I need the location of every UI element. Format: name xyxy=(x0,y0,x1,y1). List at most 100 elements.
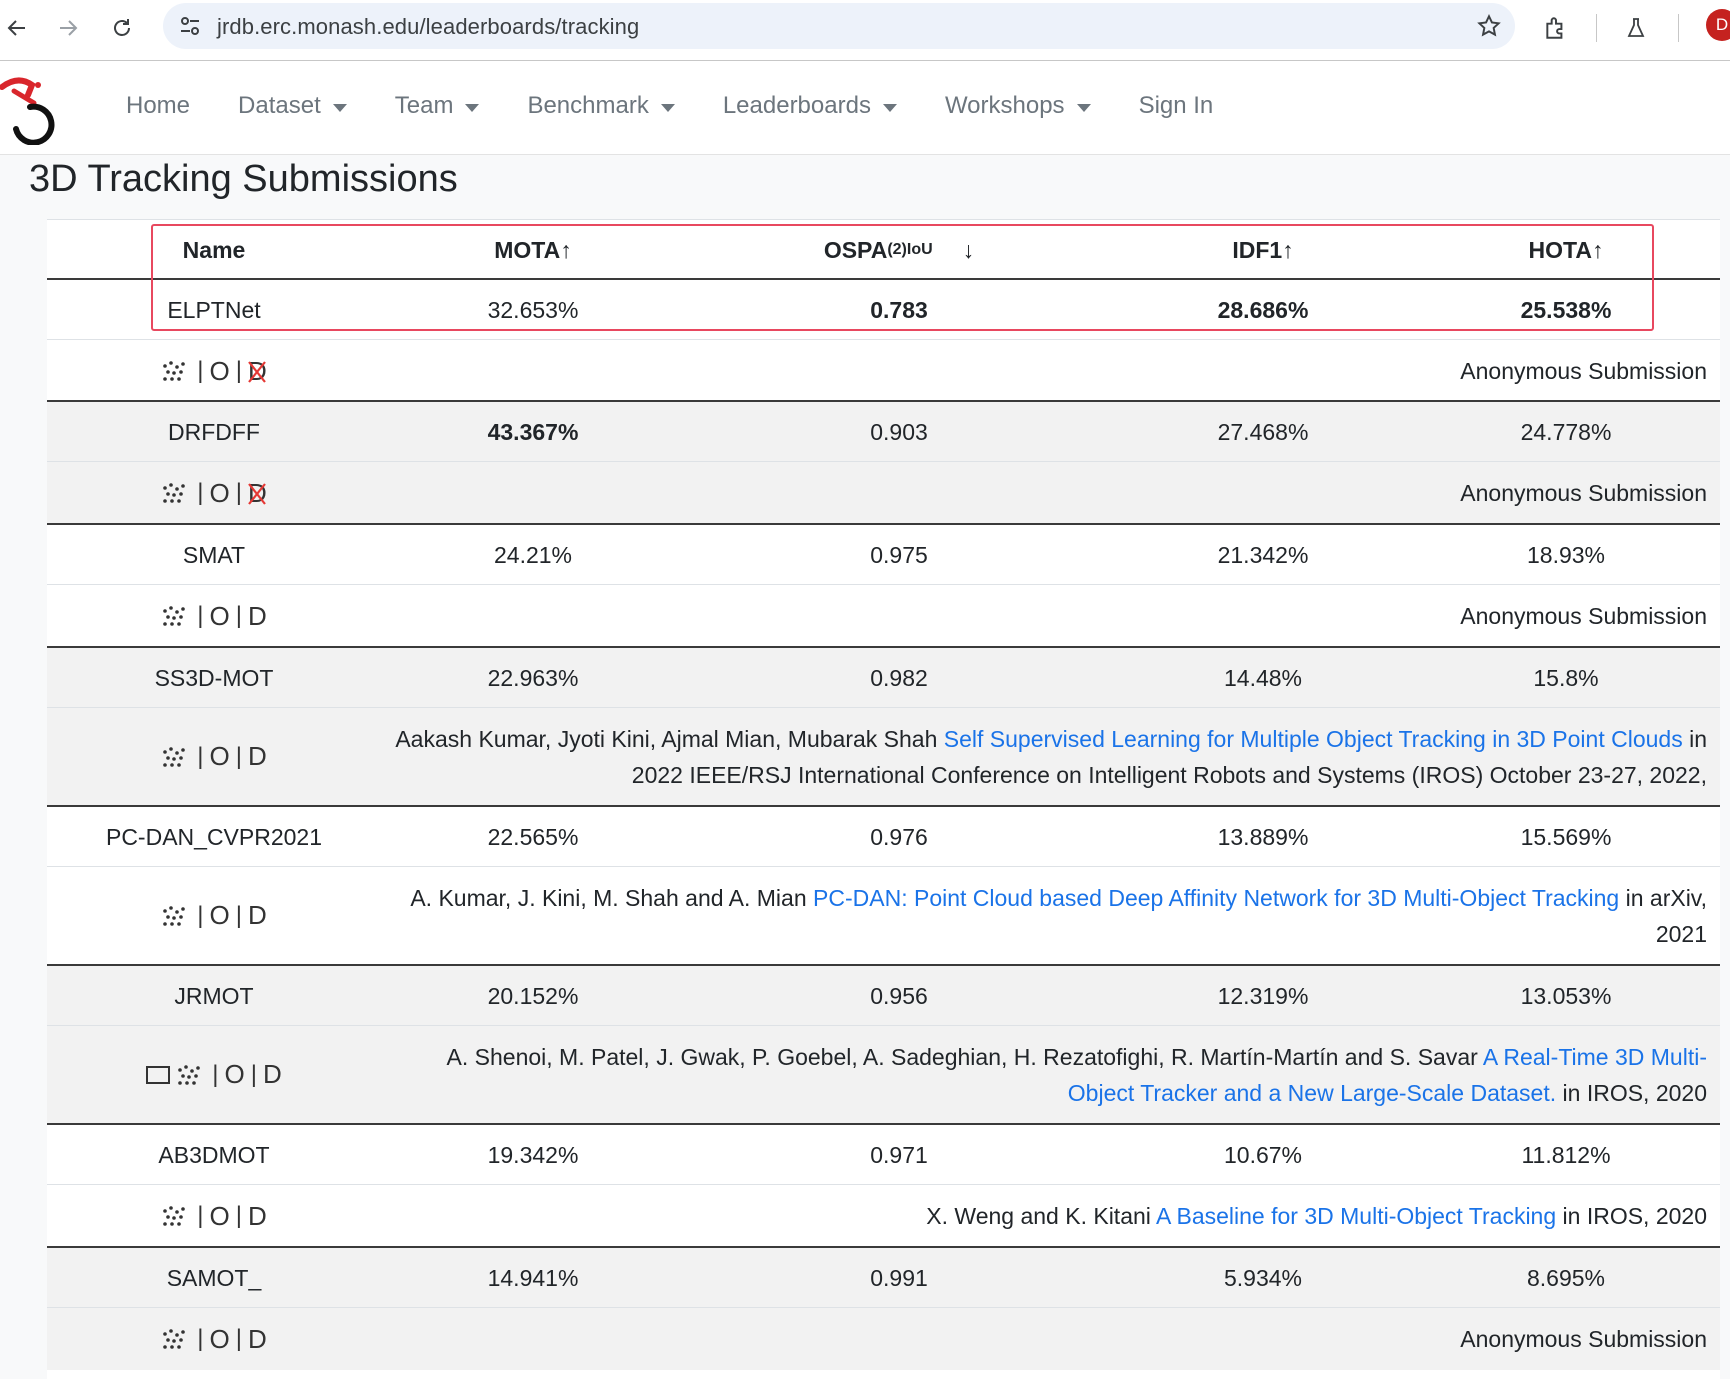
header-mota[interactable]: MOTA↑ xyxy=(381,220,685,280)
ref-authors: A. Kumar, J. Kini, M. Shah and A. Mian xyxy=(410,884,807,911)
depth-icon: D xyxy=(262,1059,282,1089)
reference-cell: Aakash Kumar, Jyoti Kini, Ajmal Mian, Mu… xyxy=(381,708,1707,805)
separator: | xyxy=(197,742,204,770)
nav-leaderboards-dropdown[interactable]: Leaderboards xyxy=(723,92,897,120)
cell-mota: 22.565% xyxy=(487,823,579,850)
cell-mota: 24.21% xyxy=(493,541,572,568)
table-row: SAMOT_ 14.941% 0.991 5.934% 8.695% xyxy=(47,1246,1720,1308)
cell-idf1: 14.48% xyxy=(1223,664,1302,691)
modality-icons: |O|D xyxy=(47,585,381,647)
odometry-icon: O xyxy=(209,1200,230,1231)
nav-dataset-dropdown[interactable]: Dataset xyxy=(238,92,347,120)
cell-idf1: 10.67% xyxy=(1223,1141,1302,1168)
separator: | xyxy=(197,479,204,506)
site-logo[interactable] xyxy=(0,73,64,146)
caret-down-icon xyxy=(465,103,480,112)
back-arrow-icon[interactable] xyxy=(0,8,37,48)
header-name[interactable]: Name xyxy=(47,220,381,280)
ref-venue: in arXiv, 2021 xyxy=(1625,884,1707,947)
forward-arrow-icon[interactable] xyxy=(48,8,88,48)
ref-venue: in IROS, 2020 xyxy=(1562,1079,1707,1106)
separator: | xyxy=(235,1202,242,1229)
anonymous-submission: Anonymous Submission xyxy=(1460,1326,1707,1352)
lidar-points-icon xyxy=(163,1206,186,1226)
cell-ospa: 0.982 xyxy=(870,664,928,691)
profile-avatar[interactable]: D xyxy=(1706,9,1730,41)
table-row: SMAT 24.21% 0.975 21.342% 18.93% xyxy=(47,523,1720,585)
cell-ospa: 0.971 xyxy=(870,1141,928,1168)
labs-flask-icon[interactable] xyxy=(1616,8,1656,48)
lidar-points-icon xyxy=(163,483,186,503)
nav-sign-in[interactable]: Sign In xyxy=(1139,92,1214,120)
nav-sign-in-label: Sign In xyxy=(1138,92,1214,119)
nav-workshops-dropdown[interactable]: Workshops xyxy=(945,92,1091,120)
table-header-row: Name MOTA↑ OSPA (2) IoU ↓ IDF1↑ HOTA↑ xyxy=(47,219,1720,280)
depth-icon: D xyxy=(247,1323,267,1354)
paper-link[interactable]: PC-DAN: Point Cloud based Deep Affinity … xyxy=(813,885,1619,911)
nav-home[interactable]: Home xyxy=(126,92,190,120)
reference-cell: Anonymous Submission xyxy=(381,1308,1707,1370)
main-menu: Home Dataset Team Benchmark Leaderboards… xyxy=(126,92,1261,120)
anonymous-submission: Anonymous Submission xyxy=(1460,603,1707,629)
table-row: PC-DAN_CVPR2021 22.565% 0.976 13.889% 15.569… xyxy=(47,805,1720,867)
table-row: DRFDFF 43.367% 0.903 27.468% 24.778% xyxy=(47,400,1720,462)
lidar-points-icon xyxy=(178,1064,201,1085)
header-ospa[interactable]: OSPA (2) IoU ↓ xyxy=(685,220,1113,280)
cell-ospa: 0.783 xyxy=(870,296,928,323)
depth-icon: D xyxy=(247,741,267,771)
reload-icon[interactable] xyxy=(102,8,142,48)
header-ospa-label: OSPA xyxy=(823,236,888,263)
cell-hota: 11.812% xyxy=(1521,1141,1611,1168)
cell-hota: 8.695% xyxy=(1526,1264,1605,1291)
reference-cell: X. Weng and K. Kitani A Baseline for 3D … xyxy=(381,1185,1707,1247)
cell-mota: 43.367% xyxy=(487,418,579,445)
separator: | xyxy=(197,901,204,929)
nav-workshops-label: Workshops xyxy=(944,92,1065,119)
address-bar[interactable]: jrdb.erc.monash.edu/leaderboards/trackin… xyxy=(163,3,1515,49)
paper-link[interactable]: Self Supervised Learning for Multiple Ob… xyxy=(944,726,1683,752)
separator: | xyxy=(250,1060,257,1088)
cell-name: AB3DMOT xyxy=(158,1141,270,1168)
sort-down-arrow-icon: ↓ xyxy=(962,236,975,263)
modality-icons: |O|D xyxy=(47,708,381,805)
odometry-icon: O xyxy=(209,1323,230,1354)
leaderboard-table: Name MOTA↑ OSPA (2) IoU ↓ IDF1↑ HOTA↑ ELPTN… xyxy=(47,219,1720,1379)
nav-benchmark-label: Benchmark xyxy=(527,92,649,119)
camera-icon xyxy=(146,1065,171,1084)
ref-authors: A. Shenoi, M. Patel, J. Gwak, P. Goebel,… xyxy=(446,1043,1478,1070)
table-row: AB3DMOT 19.342% 0.971 10.67% 11.812% xyxy=(47,1123,1720,1185)
modality-icons: |O|D xyxy=(47,1185,381,1247)
header-idf1[interactable]: IDF1↑ xyxy=(1113,220,1413,280)
cell-mota: 20.152% xyxy=(487,982,579,1009)
cell-hota: 15.569% xyxy=(1520,823,1612,850)
table-subrow: | O | D A. Kumar, J. Kini, M. Shah and A. Mi… xyxy=(47,866,1720,964)
depth-crossed-icon: D xyxy=(248,478,267,509)
depth-icon: D xyxy=(247,600,267,631)
cell-name: SS3D-MOT xyxy=(154,664,274,691)
header-hota[interactable]: HOTA↑ xyxy=(1413,220,1719,280)
nav-leaderboards-label: Leaderboards xyxy=(722,92,871,119)
depth-icon: D xyxy=(247,900,267,930)
bookmark-star-icon[interactable] xyxy=(1475,12,1503,40)
cell-name: ELPTNet xyxy=(167,296,261,323)
ref-authors: X. Weng and K. Kitani xyxy=(926,1203,1151,1229)
cell-ospa: 0.975 xyxy=(870,541,928,568)
odometry-icon: O xyxy=(209,477,230,508)
reference-cell: Anonymous Submission xyxy=(381,585,1707,647)
cell-idf1: 12.319% xyxy=(1217,982,1309,1009)
caret-down-icon xyxy=(1076,103,1091,112)
lidar-points-icon xyxy=(163,1329,186,1349)
table-subrow: | O | D Aakash Kumar, Jyoti Kini, Ajmal Mian… xyxy=(47,707,1720,805)
reference-cell: A. Kumar, J. Kini, M. Shah and A. Mian P… xyxy=(381,867,1707,964)
caret-down-icon xyxy=(882,103,897,112)
separator: | xyxy=(197,357,204,384)
separator: | xyxy=(235,602,242,629)
extensions-icon[interactable] xyxy=(1536,8,1576,48)
cell-name: JRMOT xyxy=(174,982,254,1009)
url-text[interactable]: jrdb.erc.monash.edu/leaderboards/trackin… xyxy=(217,14,639,40)
modality-icons: |O|D xyxy=(47,340,381,402)
site-info-icon[interactable] xyxy=(177,13,203,39)
nav-team-dropdown[interactable]: Team xyxy=(395,92,480,120)
nav-benchmark-dropdown[interactable]: Benchmark xyxy=(527,92,675,120)
paper-link[interactable]: A Baseline for 3D Multi-Object Tracking xyxy=(1156,1203,1556,1229)
